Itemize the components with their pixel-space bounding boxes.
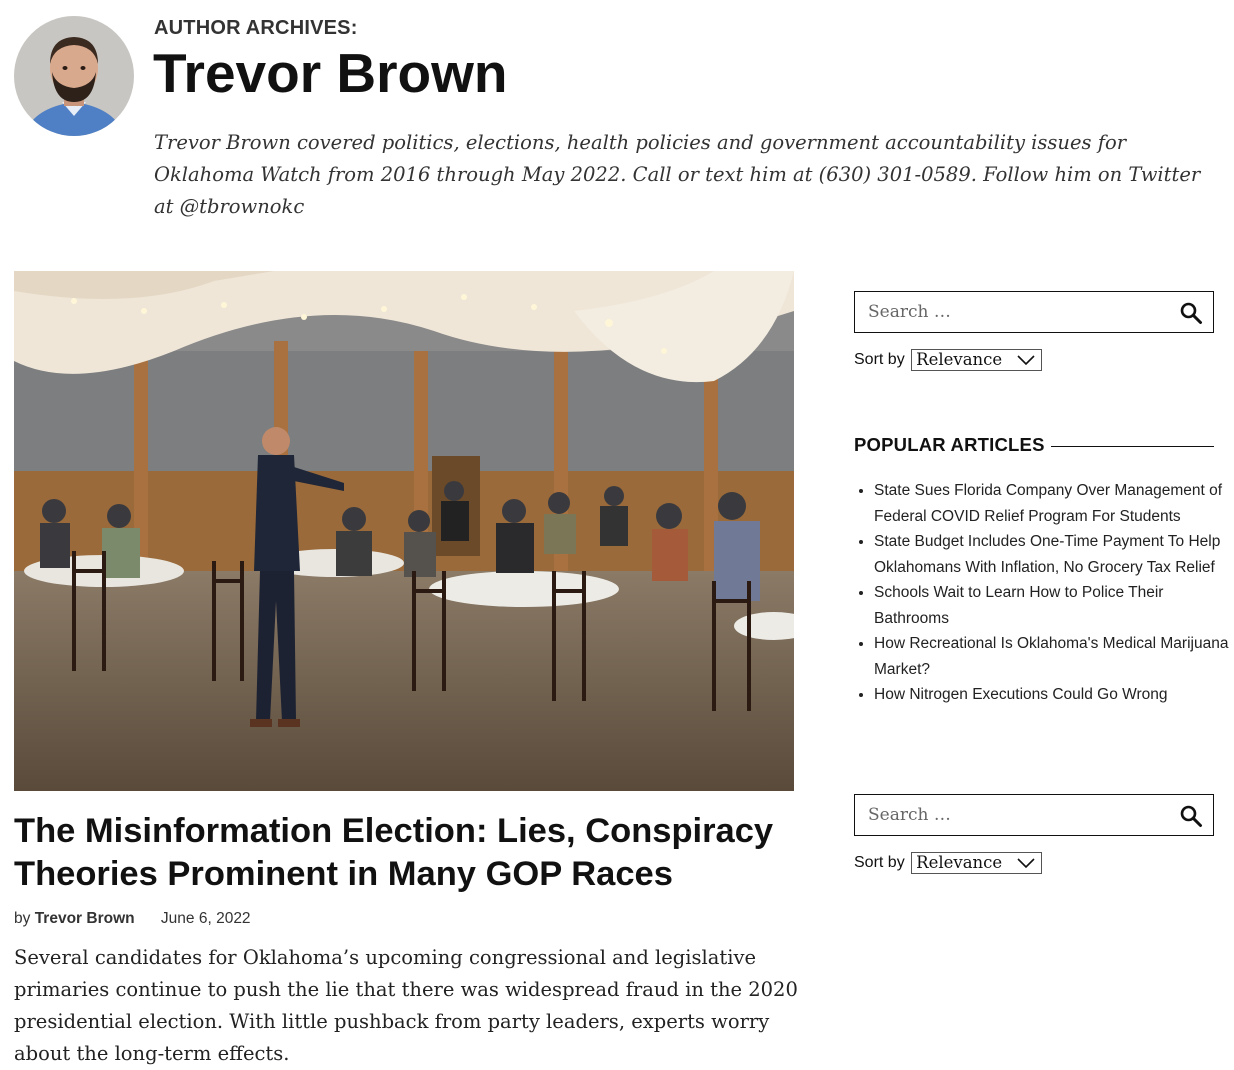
search-input[interactable]: [855, 292, 1155, 332]
list-item: How Nitrogen Executions Could Go Wrong: [874, 682, 1234, 708]
sort-label: Sort by: [854, 351, 905, 369]
popular-articles-list: State Sues Florida Company Over Manageme…: [854, 478, 1234, 708]
list-item: State Budget Includes One-Time Payment T…: [874, 529, 1234, 580]
article-date: June 6, 2022: [160, 910, 251, 927]
popular-article-link[interactable]: How Nitrogen Executions Could Go Wrong: [874, 686, 1168, 703]
chevron-down-icon: [1017, 355, 1035, 366]
list-item: How Recreational Is Oklahoma's Medical M…: [874, 631, 1234, 682]
byline-author-link[interactable]: Trevor Brown: [35, 910, 135, 927]
author-bio: Trevor Brown covered politics, elections…: [154, 131, 1201, 218]
archive-label: AUTHOR ARCHIVES:: [154, 17, 358, 39]
sort-select[interactable]: Relevance: [911, 852, 1043, 874]
popular-article-link[interactable]: State Sues Florida Company Over Manageme…: [874, 482, 1222, 525]
list-item: State Sues Florida Company Over Manageme…: [874, 478, 1234, 529]
sort-selected-value: Relevance: [916, 853, 1003, 872]
chevron-down-icon: [1017, 858, 1035, 869]
sort-row-bottom: Sort by Relevance: [854, 852, 1043, 874]
sort-select[interactable]: Relevance: [911, 349, 1043, 371]
sort-label: Sort by: [854, 854, 905, 872]
article-title[interactable]: The Misinformation Election: Lies, Consp…: [14, 810, 804, 896]
author-avatar: [14, 16, 134, 136]
popular-articles-heading: POPULAR ARTICLES: [854, 434, 1214, 456]
article-byline: by Trevor Brown June 6, 2022: [14, 910, 251, 928]
popular-article-link[interactable]: State Budget Includes One-Time Payment T…: [874, 533, 1220, 576]
search-form-top: [854, 291, 1214, 333]
search-icon[interactable]: [1179, 301, 1203, 325]
article-featured-image[interactable]: [14, 271, 794, 791]
author-name: Trevor Brown: [153, 42, 508, 104]
article-excerpt: Several candidates for Oklahoma’s upcomi…: [14, 946, 798, 1065]
sort-row-top: Sort by Relevance: [854, 349, 1043, 371]
sort-selected-value: Relevance: [916, 350, 1003, 369]
search-form-bottom: [854, 794, 1214, 836]
heading-rule: [1050, 445, 1214, 447]
popular-article-link[interactable]: How Recreational Is Oklahoma's Medical M…: [874, 635, 1228, 678]
town-hall-photo: [14, 271, 794, 791]
byline-prefix: by: [14, 910, 31, 927]
search-input[interactable]: [855, 795, 1155, 835]
popular-article-link[interactable]: Schools Wait to Learn How to Police Thei…: [874, 584, 1163, 627]
search-icon[interactable]: [1179, 804, 1203, 828]
author-photo: [14, 16, 134, 136]
popular-heading-text: POPULAR ARTICLES: [854, 434, 1045, 455]
list-item: Schools Wait to Learn How to Police Thei…: [874, 580, 1234, 631]
